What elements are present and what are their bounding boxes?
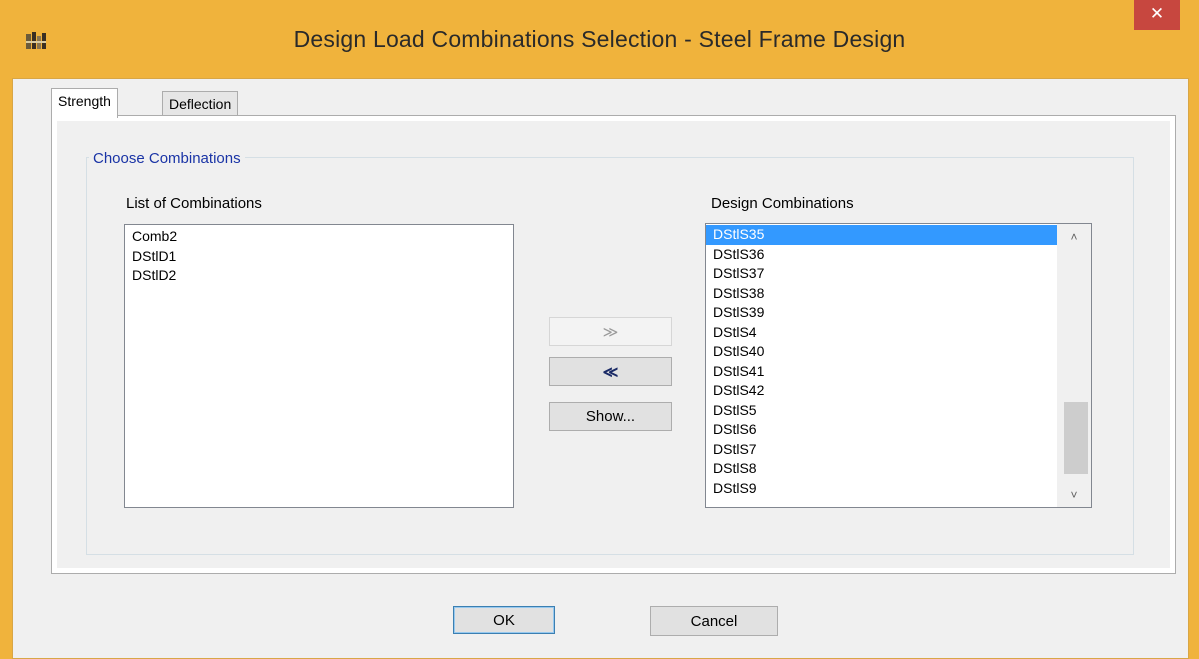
list-item[interactable]: DStlS40	[706, 342, 1059, 362]
list-item[interactable]: DStlS39	[706, 303, 1059, 323]
tab-strength[interactable]: Strength	[51, 88, 118, 118]
list-item[interactable]: DStlD2	[125, 266, 513, 286]
design-combinations-list[interactable]: DStlS35 DStlS36 DStlS37 DStlS38 DStlS39 …	[705, 223, 1092, 508]
close-icon: ✕	[1149, 4, 1165, 23]
list-item[interactable]: DStlS38	[706, 284, 1059, 304]
list-item[interactable]: Comb2	[125, 227, 513, 247]
show-button[interactable]: Show...	[549, 402, 672, 431]
scroll-thumb[interactable]	[1064, 402, 1088, 474]
tab-deflection[interactable]: Deflection	[162, 91, 239, 117]
tab-deflection-label: Deflection	[169, 96, 232, 112]
list-item-selected[interactable]: DStlS35	[706, 225, 1059, 245]
close-button[interactable]: ✕	[1134, 0, 1180, 30]
list-item[interactable]: DStlS9	[706, 479, 1059, 499]
vertical-scrollbar[interactable]: ˄ ˅	[1057, 224, 1091, 507]
design-combinations-label: Design Combinations	[711, 195, 854, 212]
tab-panel-content: Choose Combinations List of Combinations…	[57, 121, 1170, 568]
tab-panel-strength: Choose Combinations List of Combinations…	[51, 115, 1176, 574]
scroll-down-icon[interactable]: ˅	[1057, 485, 1091, 505]
list-item[interactable]: DStlS41	[706, 362, 1059, 382]
title-bar[interactable]: Design Load Combinations Selection - Ste…	[0, 0, 1199, 78]
double-chevron-right-icon: ≫	[602, 323, 619, 341]
cancel-button[interactable]: Cancel	[650, 606, 778, 636]
remove-combination-button[interactable]: ≪	[549, 357, 672, 386]
list-of-combinations[interactable]: Comb2 DStlD1 DStlD2	[124, 224, 514, 508]
add-combination-button[interactable]: ≫	[549, 317, 672, 346]
list-item[interactable]: DStlS7	[706, 440, 1059, 460]
tab-strength-label: Strength	[58, 93, 111, 109]
list-item[interactable]: DStlS5	[706, 401, 1059, 421]
list-item[interactable]: DStlS37	[706, 264, 1059, 284]
list-item[interactable]: DStlS6	[706, 420, 1059, 440]
dialog-body: Strength Deflection Choose Combinations …	[12, 78, 1189, 659]
list-item[interactable]: DStlS36	[706, 245, 1059, 265]
dialog-window: Design Load Combinations Selection - Ste…	[0, 0, 1199, 659]
double-chevron-left-icon: ≪	[602, 363, 619, 381]
scroll-up-icon[interactable]: ˄	[1057, 227, 1091, 247]
list-of-combinations-label: List of Combinations	[126, 195, 262, 212]
list-item[interactable]: DStlS42	[706, 381, 1059, 401]
list-item[interactable]: DStlD1	[125, 247, 513, 267]
list-item[interactable]: DStlS8	[706, 459, 1059, 479]
group-caption: Choose Combinations	[89, 150, 245, 167]
window-title: Design Load Combinations Selection - Ste…	[293, 26, 906, 52]
list-item[interactable]: DStlS4	[706, 323, 1059, 343]
ok-button[interactable]: OK	[453, 606, 555, 634]
